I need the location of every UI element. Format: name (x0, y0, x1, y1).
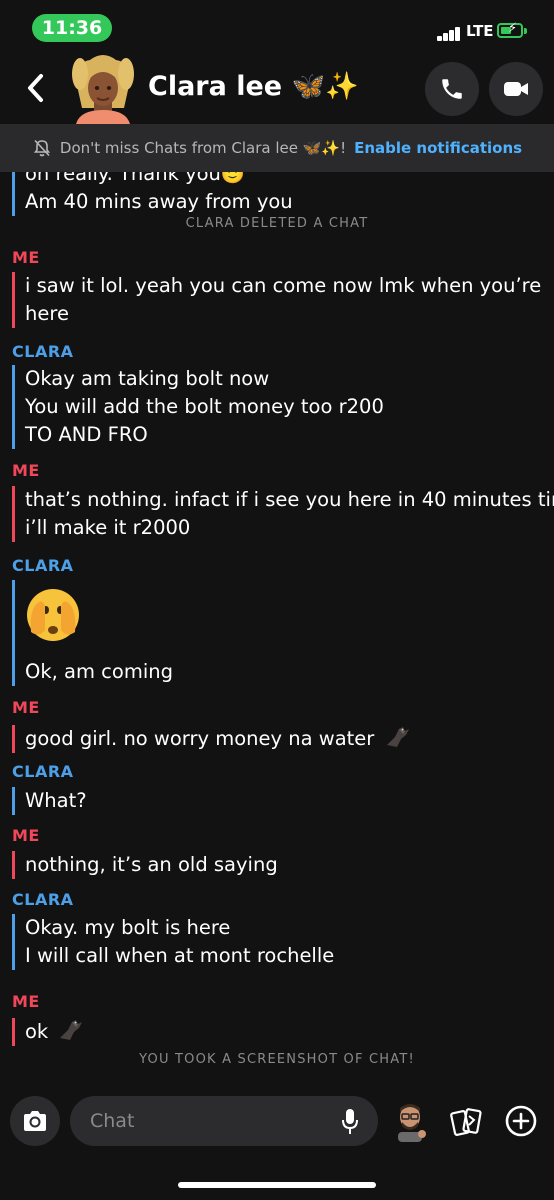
message-list[interactable]: oh really. Thank you🙂 Am 40 mins away fr… (0, 172, 554, 1070)
battery-icon: ⚡ (497, 22, 523, 38)
message-line: i saw it lol. yeah you can come now lmk … (25, 274, 542, 297)
plus-circle-icon (505, 1105, 537, 1137)
chat-screen: 11:36 LTE ⚡ Clara lee 🦋✨ Don't miss Chat… (0, 0, 554, 1200)
message-bubble-me[interactable]: good girl. no worry money na water (12, 725, 411, 753)
camera-icon (24, 1111, 46, 1131)
contact-bitmoji-avatar[interactable] (70, 52, 136, 124)
sender-label-clara: CLARA (12, 762, 74, 781)
sender-label-me: ME (12, 248, 40, 267)
message-line: Ok, am coming (25, 660, 173, 683)
status-time[interactable]: 11:36 (32, 14, 112, 42)
face-peeking-emoji (25, 580, 173, 658)
video-call-button[interactable] (489, 62, 543, 116)
back-button[interactable] (22, 70, 50, 106)
enable-notifications-link[interactable]: Enable notifications (354, 139, 522, 157)
sender-label-clara: CLARA (12, 342, 74, 361)
message-line: nothing, it’s an old saying (25, 853, 278, 876)
message-bubble-clara[interactable]: What? (12, 787, 87, 815)
message-line: What? (25, 789, 87, 812)
add-button[interactable] (504, 1104, 538, 1138)
message-line: here (25, 302, 69, 325)
message-line: I will call when at mont rochelle (25, 944, 335, 967)
chevron-left-icon (28, 74, 43, 102)
video-camera-icon (504, 82, 528, 96)
microphone-button[interactable] (340, 1108, 360, 1136)
message-line: Am 40 mins away from you (25, 190, 293, 213)
sender-label-clara: CLARA (12, 556, 74, 575)
message-line: Okay. my bolt is here (25, 916, 231, 939)
bell-slash-icon (33, 139, 50, 157)
chat-header: Clara lee 🦋✨ (0, 52, 554, 124)
message-bubble-clara[interactable]: Okay. my bolt is here I will call when a… (12, 914, 334, 970)
microphone-icon (342, 1109, 358, 1134)
composer-bar (0, 1088, 554, 1158)
network-type: LTE (466, 22, 494, 40)
crow-emoji-icon (386, 727, 409, 747)
message-bubble-me[interactable]: ok (12, 1018, 84, 1046)
cards-button[interactable] (450, 1106, 484, 1138)
status-bar: 11:36 LTE ⚡ (0, 0, 554, 52)
message-line: that’s nothing. infact if i see you here… (25, 488, 554, 511)
message-bubble-me[interactable]: that’s nothing. infact if i see you here… (12, 486, 554, 542)
camera-button[interactable] (10, 1096, 60, 1146)
message-bubble-clara[interactable]: oh really. Thank you🙂 Am 40 mins away fr… (12, 172, 293, 216)
signal-strength-icon (437, 25, 463, 41)
notification-text: Don't miss Chats from Clara lee 🦋✨! (59, 139, 347, 157)
message-bubble-me[interactable]: i saw it lol. yeah you can come now lmk … (12, 272, 541, 328)
sender-label-me: ME (12, 461, 40, 480)
chat-input[interactable] (70, 1096, 378, 1146)
sender-label-clara: CLARA (12, 890, 74, 909)
phone-icon (442, 79, 462, 99)
message-bubble-me[interactable]: nothing, it’s an old saying (12, 851, 278, 879)
system-notice-deleted: CLARA DELETED A CHAT (185, 216, 369, 231)
sender-label-me: ME (12, 826, 40, 845)
message-bubble-clara[interactable]: Ok, am coming (12, 580, 173, 686)
home-indicator[interactable] (178, 1182, 376, 1188)
contact-name[interactable]: Clara lee 🦋✨ (148, 70, 359, 102)
message-line: You will add the bolt money too r200 (25, 395, 384, 418)
message-line: TO AND FRO (25, 423, 148, 446)
bitmoji-sticker-button[interactable] (392, 1102, 428, 1142)
battery-tip (524, 28, 527, 34)
crow-emoji-icon (60, 1020, 83, 1040)
sender-label-me: ME (12, 698, 40, 717)
message-line: Okay am taking bolt now (25, 367, 270, 390)
notification-banner: Don't miss Chats from Clara lee 🦋✨! Enab… (0, 124, 554, 172)
sender-label-me: ME (12, 992, 40, 1011)
message-bubble-clara[interactable]: Okay am taking bolt now You will add the… (12, 365, 384, 449)
message-line: oh really. Thank you🙂 (25, 172, 246, 185)
system-notice-screenshot: YOU TOOK A SCREENSHOT OF CHAT! (139, 1052, 415, 1067)
message-line: i’ll make it r2000 (25, 516, 191, 539)
voice-call-button[interactable] (425, 62, 479, 116)
message-line: ok (25, 1020, 49, 1043)
message-line: good girl. no worry money na water (25, 727, 375, 750)
cards-icon (450, 1108, 482, 1136)
